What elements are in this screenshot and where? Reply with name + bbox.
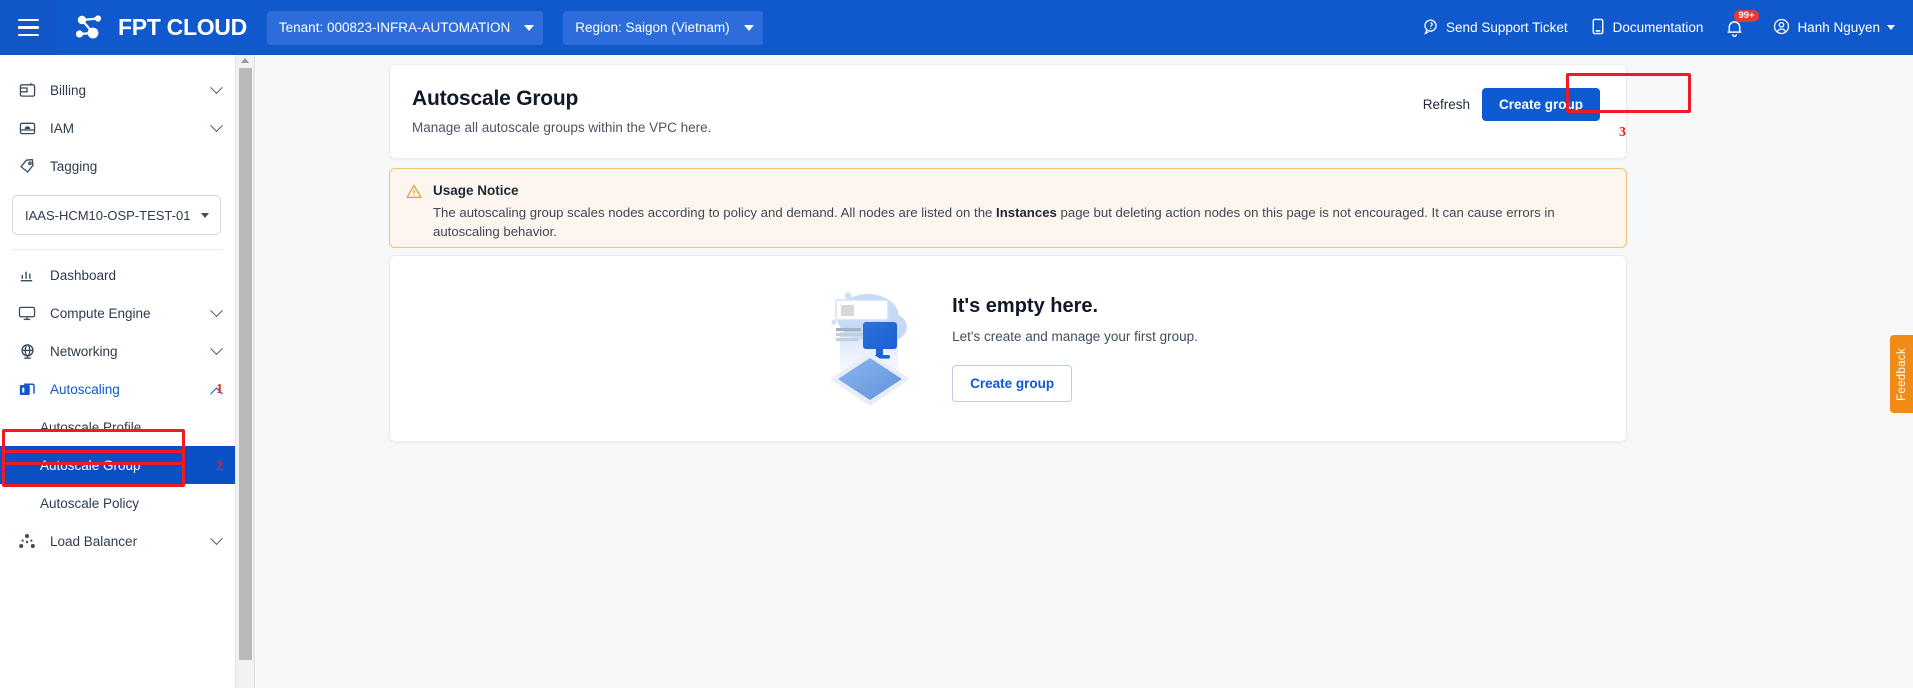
user-name-label: Hanh Nguyen bbox=[1797, 20, 1880, 35]
feedback-tab[interactable]: Feedback bbox=[1890, 335, 1913, 413]
empty-state-title: It's empty here. bbox=[952, 295, 1198, 318]
notice-body: The autoscaling group scales nodes accor… bbox=[433, 204, 1593, 241]
sidebar-item-autoscaling[interactable]: Autoscaling bbox=[0, 370, 235, 408]
tenant-selector-label: Tenant: 000823-INFRA-AUTOMATION bbox=[279, 20, 510, 35]
sidebar-item-autoscale-profile[interactable]: Autoscale Profile bbox=[0, 408, 235, 446]
usage-notice-banner: Usage Notice The autoscaling group scale… bbox=[389, 168, 1627, 248]
feedback-label: Feedback bbox=[1896, 348, 1908, 401]
region-selector-label: Region: Saigon (Vietnam) bbox=[575, 20, 729, 35]
create-group-button[interactable]: Create group bbox=[1482, 88, 1600, 121]
sidebar-label: Load Balancer bbox=[50, 534, 137, 549]
sidebar-label: Compute Engine bbox=[50, 306, 151, 321]
autoscale-icon bbox=[17, 379, 37, 399]
sidebar-label: Autoscale Policy bbox=[40, 496, 139, 511]
chevron-down-icon bbox=[210, 304, 223, 317]
sidebar-label: Networking bbox=[50, 344, 118, 359]
sidebar-item-dashboard[interactable]: Dashboard bbox=[0, 256, 235, 294]
notifications-button[interactable]: 99+ bbox=[1725, 13, 1751, 43]
sidebar-item-compute-engine[interactable]: Compute Engine bbox=[0, 294, 235, 332]
user-avatar-icon bbox=[1773, 18, 1790, 38]
brand-name: FPT CLOUD bbox=[118, 14, 247, 41]
refresh-button[interactable]: Refresh bbox=[1423, 97, 1470, 112]
vpc-selector[interactable]: IAAS-HCM10-OSP-TEST-01 bbox=[12, 195, 221, 235]
brand-logo-link[interactable]: FPT CLOUD bbox=[73, 13, 247, 43]
empty-state-card: It's empty here. Let's create and manage… bbox=[389, 255, 1627, 442]
identity-icon bbox=[17, 118, 37, 138]
sidebar-label: Autoscale Group bbox=[40, 458, 141, 473]
top-navigation-bar: FPT CLOUD Tenant: 000823-INFRA-AUTOMATIO… bbox=[0, 0, 1913, 55]
chart-bars-icon bbox=[17, 265, 37, 285]
user-account-menu[interactable]: Hanh Nguyen bbox=[1773, 18, 1895, 38]
hamburger-menu-icon[interactable] bbox=[0, 0, 56, 55]
notification-count-badge: 99+ bbox=[1734, 10, 1758, 23]
chevron-down-icon bbox=[201, 213, 209, 218]
region-selector[interactable]: Region: Saigon (Vietnam) bbox=[563, 11, 762, 45]
globe-icon bbox=[17, 341, 37, 361]
scrollbar-thumb[interactable] bbox=[239, 68, 252, 660]
header-actions: Refresh Create group bbox=[1423, 88, 1600, 121]
notice-text-before: The autoscaling group scales nodes accor… bbox=[433, 205, 996, 220]
page-header-card: Autoscale Group Manage all autoscale gro… bbox=[389, 64, 1627, 159]
sidebar-item-tagging[interactable]: Tagging bbox=[0, 147, 235, 185]
chevron-down-icon bbox=[210, 119, 223, 132]
documentation-label: Documentation bbox=[1613, 20, 1704, 35]
sidebar-label: IAM bbox=[50, 121, 74, 136]
sidebar-item-iam[interactable]: IAM bbox=[0, 109, 235, 147]
chevron-up-icon bbox=[210, 387, 223, 400]
fpt-cloud-logo-icon bbox=[73, 13, 109, 43]
top-bar-actions: Send Support Ticket Documentation 99+ bbox=[1422, 13, 1913, 43]
sidebar-item-billing[interactable]: Billing bbox=[0, 71, 235, 109]
document-icon bbox=[1590, 18, 1606, 38]
chevron-down-icon bbox=[1887, 25, 1895, 30]
chevron-down-icon bbox=[744, 25, 754, 31]
vpc-selector-label: IAAS-HCM10-OSP-TEST-01 bbox=[25, 208, 190, 223]
monitor-icon bbox=[17, 303, 37, 323]
sidebar-scrollbar[interactable] bbox=[236, 55, 255, 688]
notice-text-instances: Instances bbox=[996, 205, 1057, 220]
sidebar-label: Autoscale Profile bbox=[40, 420, 141, 435]
support-ticket-label: Send Support Ticket bbox=[1446, 20, 1568, 35]
main-content: Autoscale Group Manage all autoscale gro… bbox=[256, 55, 1913, 688]
empty-state-create-group-button[interactable]: Create group bbox=[952, 365, 1072, 402]
sidebar-label: Autoscaling bbox=[50, 382, 120, 397]
send-support-ticket-button[interactable]: Send Support Ticket bbox=[1422, 18, 1568, 38]
sidebar-item-networking[interactable]: Networking bbox=[0, 332, 235, 370]
sidebar-item-autoscale-group[interactable]: Autoscale Group bbox=[0, 446, 235, 484]
notice-title: Usage Notice bbox=[433, 183, 1593, 198]
tag-icon bbox=[17, 156, 37, 176]
documentation-button[interactable]: Documentation bbox=[1590, 18, 1704, 38]
sidebar-divider bbox=[12, 249, 223, 250]
empty-state-subtitle: Let's create and manage your first group… bbox=[952, 329, 1198, 344]
warning-triangle-icon bbox=[406, 184, 422, 247]
sidebar-label: Tagging bbox=[50, 159, 97, 174]
chevron-down-icon bbox=[210, 81, 223, 94]
wallet-icon bbox=[17, 80, 37, 100]
sidebar-item-load-balancer[interactable]: Load Balancer bbox=[0, 522, 235, 560]
sidebar-label: Dashboard bbox=[50, 268, 116, 283]
page-subtitle: Manage all autoscale groups within the V… bbox=[412, 120, 1600, 135]
chevron-down-icon bbox=[210, 532, 223, 545]
support-headset-icon bbox=[1422, 18, 1439, 38]
sidebar-item-autoscale-policy[interactable]: Autoscale Policy bbox=[0, 484, 235, 522]
empty-cloud-monitor-illustration bbox=[818, 280, 922, 417]
chevron-down-icon bbox=[524, 25, 534, 31]
sidebar-label: Billing bbox=[50, 83, 86, 98]
left-sidebar: Billing IAM Tagging IAAS-HCM10-OSP-TEST-… bbox=[0, 55, 236, 688]
scroll-up-arrow-icon[interactable] bbox=[241, 58, 249, 63]
tenant-selector[interactable]: Tenant: 000823-INFRA-AUTOMATION bbox=[267, 11, 543, 45]
load-balancer-icon bbox=[17, 531, 37, 551]
chevron-down-icon bbox=[210, 342, 223, 355]
